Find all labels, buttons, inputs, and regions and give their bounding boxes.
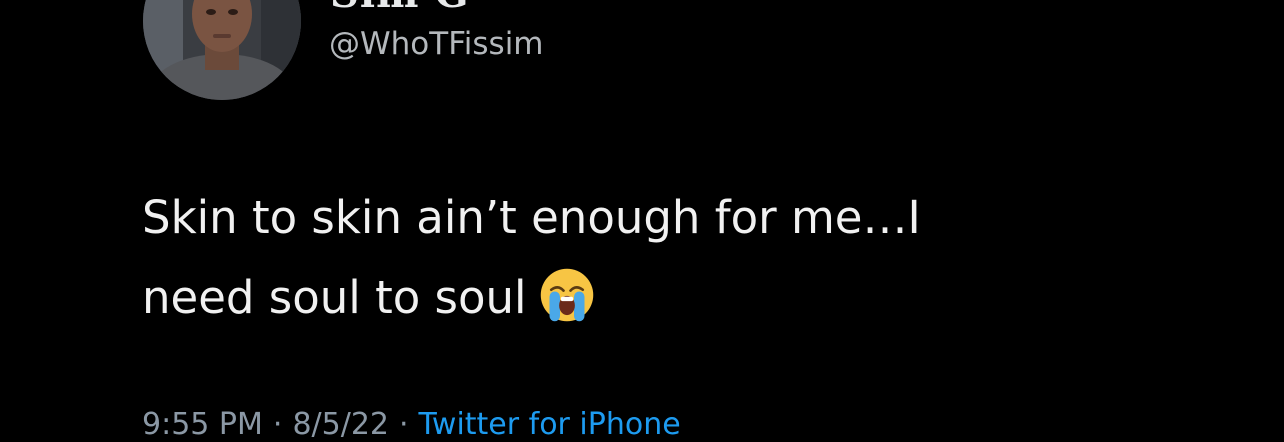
tweet-text-line-2: need soul to soul (142, 258, 1182, 338)
tweet-text-line-2-text: need soul to soul (142, 271, 527, 324)
tweet-source-link[interactable]: Twitter for iPhone (419, 407, 681, 442)
meta-separator: · (272, 407, 283, 442)
tweet-card: Sim G @WhoTFissim Skin to skin ain’t eno… (0, 0, 1284, 442)
loudly-crying-face-icon (540, 268, 593, 322)
tweet-meta: 9:55 PM · 8/5/22 · Twitter for iPhone (142, 407, 681, 442)
profile-photo (143, 0, 301, 100)
tweet-text-line-1: Skin to skin ain’t enough for me…I (142, 191, 921, 244)
display-name[interactable]: Sim G (330, 0, 470, 17)
avatar[interactable] (143, 0, 301, 100)
user-handle[interactable]: @WhoTFissim (329, 26, 544, 62)
tweet-text: Skin to skin ain’t enough for me…I need … (142, 178, 1182, 338)
tweet-date[interactable]: 8/5/22 (292, 407, 389, 442)
meta-separator: · (399, 407, 409, 442)
tweet-time[interactable]: 9:55 PM (142, 407, 263, 442)
